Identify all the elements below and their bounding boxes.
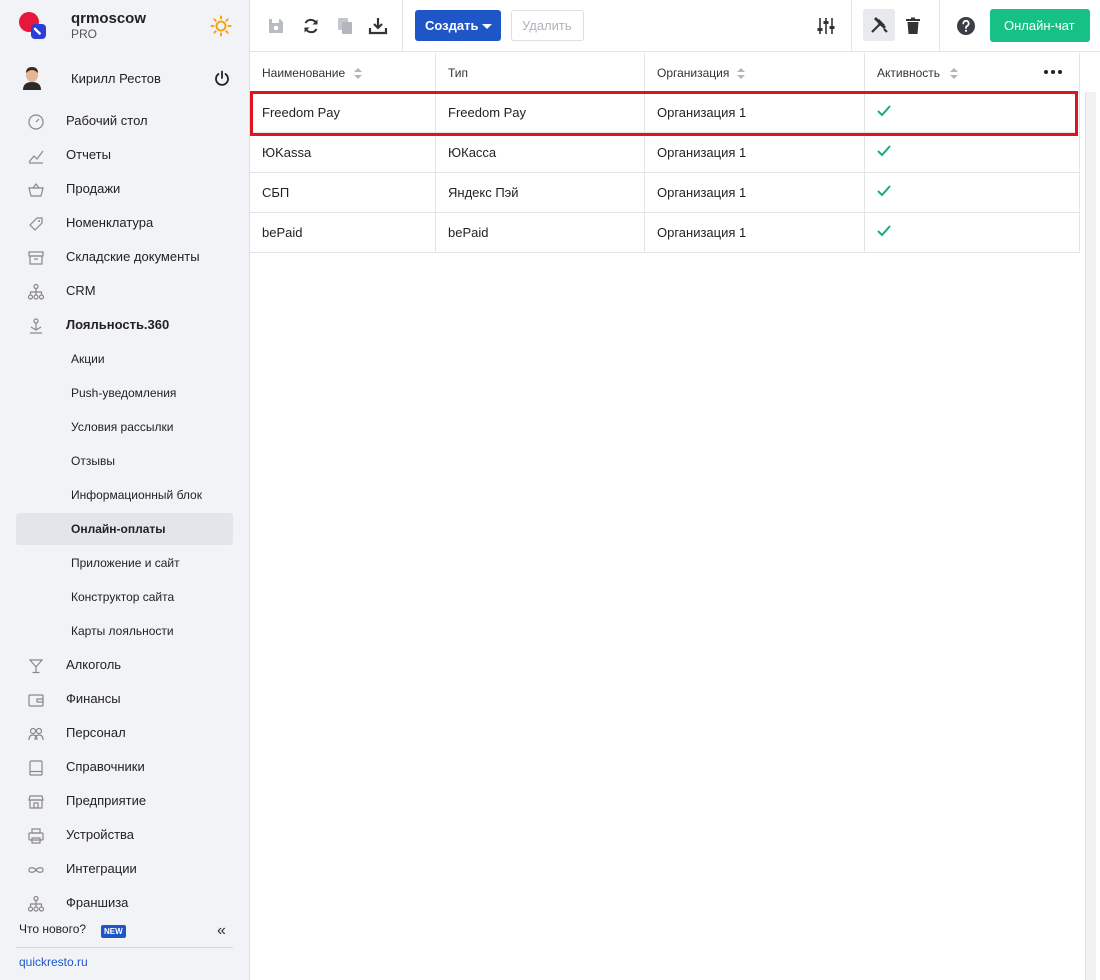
nav-item-reports[interactable]: Отчеты [16,139,233,171]
sort-icon[interactable] [354,68,362,79]
nav-item-finance[interactable]: Финансы [16,683,233,715]
nav-item-reference[interactable]: Справочники [16,751,233,783]
cell-name: bePaid [262,225,303,240]
tag-icon [29,217,43,231]
column-header-type[interactable]: Тип [436,53,645,93]
copy-icon[interactable] [335,16,355,36]
online-chat-button[interactable]: Онлайн-чат [990,9,1090,42]
avatar [23,67,41,90]
check-icon [877,225,891,237]
download-icon[interactable] [368,16,388,36]
user-name: Кирилл Рестов [71,71,161,86]
brand-header: qrmoscow PRO [0,0,250,52]
create-button[interactable]: Создать [415,10,501,41]
archive-icon [28,251,44,265]
nav-item-crm[interactable]: CRM [16,275,233,307]
save-icon[interactable] [266,16,286,36]
basket-icon [28,183,44,197]
nav-subitem-push[interactable]: Push-уведомления [16,377,233,409]
chart-icon [28,150,44,164]
tools-icon [871,17,888,33]
printer-icon [28,828,44,844]
nav-item-desktop[interactable]: Рабочий стол [16,105,233,137]
table-row[interactable]: ЮKassa ЮКасса Организация 1 [250,133,1080,173]
sidebar: qrmoscow PRO Кирилл Рестов Рабочий стол [0,0,250,980]
loyalty-icon [30,318,42,334]
toolbar-divider [402,0,403,52]
nav-subitem-cards[interactable]: Карты лояльности [16,615,233,647]
nav-item-integrations[interactable]: Интеграции [16,853,233,885]
hierarchy-icon [27,283,45,300]
new-badge: NEW [101,925,126,938]
nav-item-warehouse[interactable]: Складские документы [16,241,233,273]
check-icon [877,145,891,157]
cell-organization: Организация 1 [657,145,747,160]
nav-subitem-app[interactable]: Приложение и сайт [16,547,233,579]
infinity-icon [28,867,44,873]
cell-type: ЮКасса [448,145,497,160]
table-row[interactable]: СБП Яндекс Пэй Организация 1 [250,173,1080,213]
column-header-organization[interactable]: Организация [645,53,865,93]
sidebar-divider [16,947,233,948]
cell-organization: Организация 1 [657,185,747,200]
nav-item-alcohol[interactable]: Алкоголь [16,649,233,681]
cocktail-icon [28,659,44,674]
hierarchy-icon [27,895,45,912]
selected-row-highlight [250,91,1078,136]
chevron-down-icon [482,24,492,29]
power-icon[interactable] [214,70,230,86]
table-row[interactable]: bePaid bePaid Организация 1 [250,213,1080,253]
delete-button[interactable]: Удалить [511,10,584,41]
store-icon [28,795,44,809]
whats-new-link[interactable]: Что нового? [19,922,86,936]
sort-icon[interactable] [737,68,745,79]
nav-subitem-infoblock[interactable]: Информационный блок [16,479,233,511]
nav-item-devices[interactable]: Устройства [16,819,233,851]
refresh-icon[interactable] [301,16,321,36]
collapse-sidebar-icon[interactable]: « [217,922,226,940]
cell-name: ЮKassa [262,145,312,160]
site-link[interactable]: quickresto.ru [19,955,88,969]
scrollbar[interactable] [1085,92,1096,980]
book-icon [29,760,43,776]
nav-item-enterprise[interactable]: Предприятие [16,785,233,817]
cell-type: Яндекс Пэй [448,185,519,200]
user-profile[interactable]: Кирилл Рестов [0,60,250,96]
dashboard-icon [28,114,44,130]
trash-icon[interactable] [903,16,923,36]
nav-item-franchise[interactable]: Франшиза [16,887,233,919]
cell-organization: Организация 1 [657,225,747,240]
filter-sliders-icon[interactable] [816,16,836,36]
wallet-icon [28,694,44,707]
column-header-active[interactable]: Активность [865,53,1080,93]
nav-item-nomenclature[interactable]: Номенклатура [16,207,233,239]
cell-type: bePaid [448,225,489,240]
nav-subitem-promos[interactable]: Акции [16,343,233,375]
nav-item-sales[interactable]: Продажи [16,173,233,205]
sort-icon[interactable] [950,68,958,79]
check-icon [877,185,891,197]
table-header: Наименование Тип Организация Активность [250,53,1080,93]
plan-label: PRO [71,27,98,41]
toolbar: Создать Удалить Онлайн-чат [250,0,1100,52]
nav-subitem-reviews[interactable]: Отзывы [16,445,233,477]
app-logo-icon [19,12,46,39]
tools-button[interactable] [863,9,895,41]
nav-subitem-builder[interactable]: Конструктор сайта [16,581,233,613]
nav-subitem-mailing[interactable]: Условия рассылки [16,411,233,443]
toolbar-divider [939,0,940,52]
nav-item-loyalty[interactable]: Лояльность.360 [16,309,233,341]
help-icon[interactable] [956,16,976,36]
more-options-icon[interactable] [1043,65,1063,79]
nav-item-staff[interactable]: Персонал [16,717,233,749]
column-header-name[interactable]: Наименование [250,53,436,93]
org-name: qrmoscow [71,10,147,27]
people-icon [28,727,44,741]
nav-subitem-payments[interactable]: Онлайн-оплаты [16,513,233,545]
toolbar-divider [851,0,852,52]
theme-sun-icon[interactable] [210,15,232,37]
cell-name: СБП [262,185,290,200]
